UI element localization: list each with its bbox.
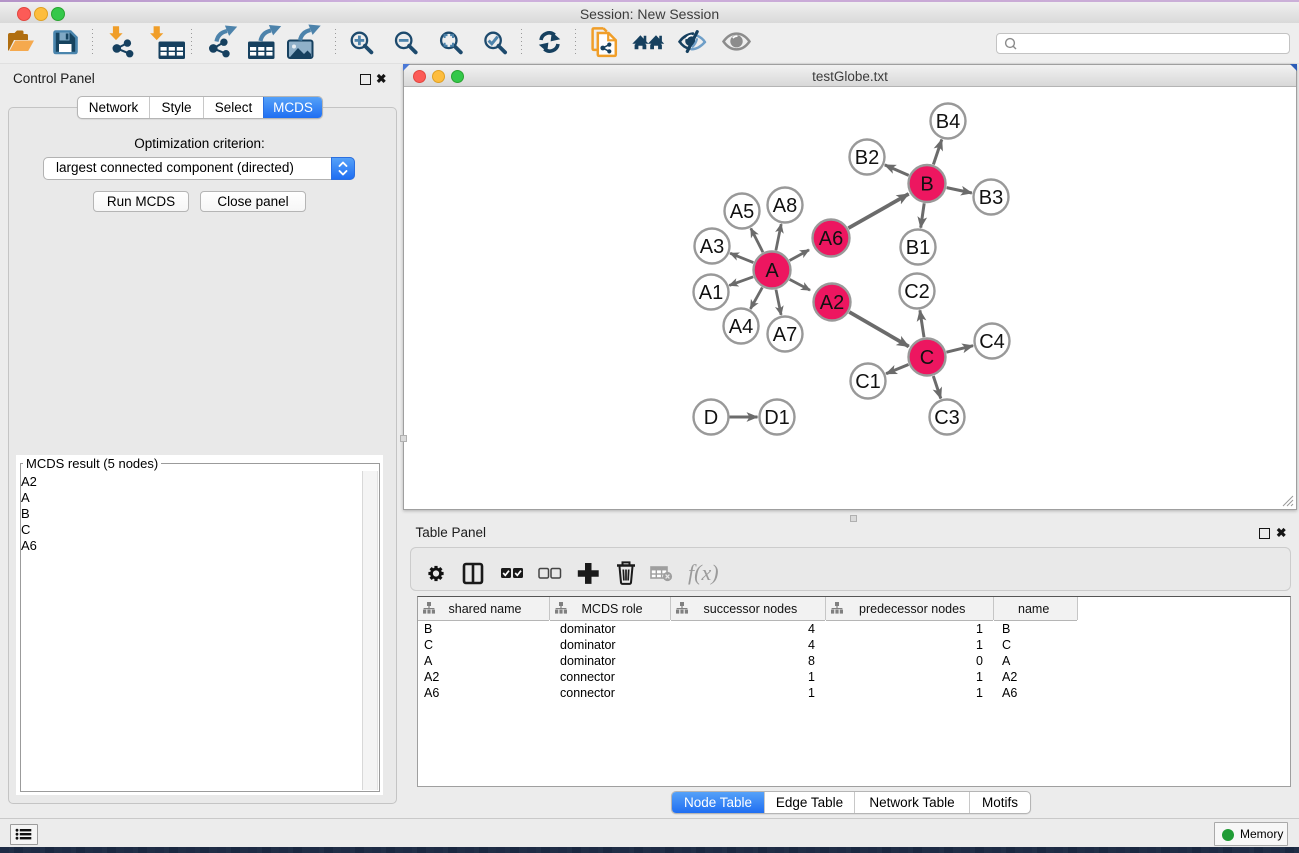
svg-text:C4: C4: [979, 331, 1005, 353]
svg-text:C: C: [920, 347, 934, 369]
svg-text:A2: A2: [820, 292, 844, 314]
svg-text:D1: D1: [764, 407, 790, 429]
svg-text:A: A: [765, 260, 779, 282]
svg-text:B2: B2: [855, 147, 879, 169]
svg-text:A3: A3: [700, 236, 724, 258]
svg-text:A4: A4: [729, 316, 753, 338]
svg-text:B1: B1: [906, 237, 930, 259]
svg-text:B4: B4: [936, 111, 960, 133]
svg-text:A6: A6: [819, 228, 843, 250]
svg-text:A5: A5: [730, 201, 754, 223]
svg-text:B3: B3: [979, 187, 1003, 209]
svg-text:C1: C1: [855, 371, 881, 393]
svg-text:f(x): f(x): [688, 560, 719, 585]
svg-text:A7: A7: [773, 324, 797, 346]
svg-text:D: D: [704, 407, 718, 429]
svg-text:B: B: [920, 174, 933, 196]
svg-text:C3: C3: [934, 407, 960, 429]
svg-text:C2: C2: [904, 281, 930, 303]
svg-text:A8: A8: [773, 195, 797, 217]
svg-text:A1: A1: [699, 282, 723, 304]
